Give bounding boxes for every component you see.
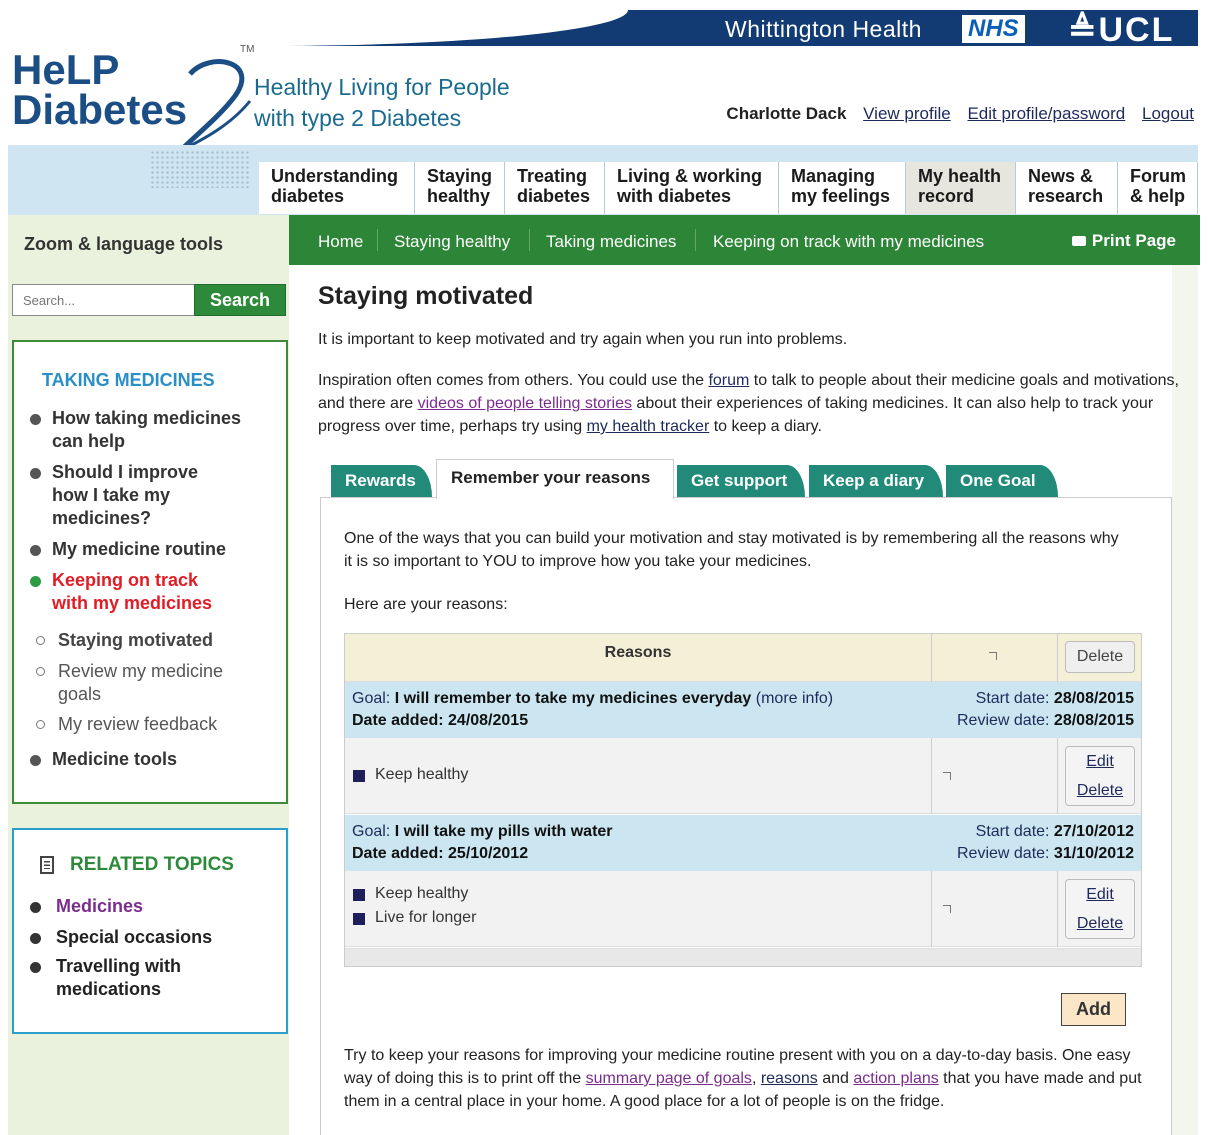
active-bullet-icon [30, 576, 41, 587]
tagline: Healthy Living for People with type 2 Di… [254, 74, 510, 131]
help-diabetes-logo[interactable]: HeLP Diabetes [12, 49, 187, 131]
panel-intro: One of the ways that you can build your … [344, 530, 1119, 570]
trademark: TM [240, 44, 255, 55]
related-medicines[interactable]: Medicines [28, 895, 258, 918]
zoom-language-tools[interactable]: Zoom & language tools [24, 234, 223, 255]
add-button[interactable]: Add [1061, 993, 1126, 1026]
document-icon [40, 856, 54, 874]
edit-button[interactable]: Edit [1066, 747, 1134, 776]
logo-dot-pattern [150, 150, 250, 188]
section-title: TAKING MEDICINES [42, 370, 215, 390]
edit-button[interactable]: Edit [1066, 880, 1134, 909]
nav-understanding-diabetes[interactable]: Understanding diabetes [259, 162, 415, 214]
nav-news-research[interactable]: News & research [1016, 162, 1118, 214]
goal-text: I will take my pills with water [394, 823, 613, 840]
user-bar: Charlotte Dack View profile Edit profile… [714, 104, 1194, 124]
more-info-link[interactable]: (more info) [751, 690, 833, 707]
bullet-icon [30, 933, 41, 944]
related-special-occasions[interactable]: Special occasions [28, 926, 258, 949]
select-all-checkbox[interactable] [989, 652, 997, 660]
inspiration-paragraph: Inspiration often comes from others. You… [318, 372, 1179, 435]
nav-forum-help[interactable]: Forum & help [1118, 162, 1198, 214]
reason-checkbox[interactable] [943, 772, 951, 780]
related-topics-title: RELATED TOPICS [70, 854, 234, 875]
forum-link[interactable]: forum [708, 372, 749, 389]
breadcrumb-taking-medicines[interactable]: Taking medicines [546, 232, 676, 252]
logout-link[interactable]: Logout [1142, 104, 1194, 123]
reason-row: Keep healthy Edit Delete [345, 738, 1141, 814]
nav-treating-diabetes[interactable]: Treating diabetes [505, 162, 605, 214]
ring-bullet-icon [36, 667, 45, 676]
tab-rewards[interactable]: Rewards [331, 465, 432, 497]
view-profile-link[interactable]: View profile [863, 104, 951, 123]
edit-delete-group: Edit Delete [1065, 746, 1135, 806]
ring-bullet-icon [36, 636, 45, 645]
action-plans-link[interactable]: action plans [853, 1070, 938, 1087]
bullet-icon [30, 962, 41, 973]
reason-row: Keep healthy Live for longer Edit Delete [345, 871, 1141, 947]
delete-selected-button[interactable]: Delete [1065, 641, 1135, 673]
nav-managing-feelings[interactable]: Managing my feelings [779, 162, 906, 214]
reasons-table: Reasons Delete Goal: I will remember to … [344, 633, 1142, 967]
nav-my-health-record[interactable]: My health record [906, 162, 1016, 214]
delete-button[interactable]: Delete [1066, 776, 1134, 805]
sidebar-subitem-staying-motivated[interactable]: Staying motivated [36, 629, 266, 652]
tab-get-support[interactable]: Get support [677, 465, 805, 497]
whittington-health-logo: Whittington Health [725, 16, 922, 42]
ring-bullet-icon [36, 720, 45, 729]
ucl-logo: ≜UCL [1068, 11, 1175, 49]
edit-profile-link[interactable]: Edit profile/password [967, 104, 1125, 123]
breadcrumb-home[interactable]: Home [318, 232, 363, 252]
tab-one-goal[interactable]: One Goal [946, 465, 1058, 497]
health-tracker-link[interactable]: my health tracker [587, 418, 710, 435]
bullet-icon [30, 755, 41, 766]
panel-here-reasons: Here are your reasons: [344, 596, 508, 613]
nav-living-working[interactable]: Living & working with diabetes [605, 162, 779, 214]
related-travelling[interactable]: Travelling with medications [28, 955, 218, 1001]
reason-item: Keep healthy [353, 766, 468, 784]
reasons-link[interactable]: reasons [761, 1070, 818, 1087]
table-header: Reasons Delete [345, 634, 1141, 682]
user-name: Charlotte Dack [726, 104, 847, 123]
bullet-icon [30, 414, 41, 425]
footer-paragraph: Try to keep your reasons for improving y… [344, 1047, 1142, 1110]
reason-checkbox[interactable] [943, 905, 951, 913]
search-input[interactable] [12, 284, 194, 316]
goal-row: Goal: I will remember to take my medicin… [345, 682, 1141, 738]
summary-page-link[interactable]: summary page of goals [586, 1070, 752, 1087]
sidebar-item-how-taking-medicines[interactable]: How taking medicines can help [28, 407, 268, 453]
column-header-reasons: Reasons [604, 644, 672, 661]
goal-row: Goal: I will take my pills with water Da… [345, 815, 1141, 871]
sidebar-item-medicine-routine[interactable]: My medicine routine [28, 538, 268, 561]
nav-staying-healthy[interactable]: Staying healthy [415, 162, 505, 214]
page-title: Staying motivated [318, 282, 534, 310]
edit-delete-group: Edit Delete [1065, 879, 1135, 939]
printer-icon [1071, 236, 1086, 246]
bullet-icon [30, 468, 41, 479]
bullet-icon [30, 902, 41, 913]
sidebar-item-keeping-on-track[interactable]: Keeping on track with my medicines [28, 569, 238, 615]
sidebar-subitem-review-feedback[interactable]: My review feedback [36, 713, 266, 736]
table-footer [345, 948, 1141, 966]
tab-keep-diary[interactable]: Keep a diary [809, 465, 943, 497]
bullet-icon [30, 545, 41, 556]
delete-button[interactable]: Delete [1066, 909, 1134, 938]
logo-two-mark [178, 59, 252, 153]
videos-link[interactable]: videos of people telling stories [418, 395, 632, 412]
search-button[interactable]: Search [194, 284, 286, 316]
sidebar-subitem-review-goals[interactable]: Review my medicine goals [36, 660, 256, 706]
breadcrumb-staying-healthy[interactable]: Staying healthy [394, 232, 510, 252]
sidebar-item-medicine-tools[interactable]: Medicine tools [28, 748, 268, 771]
tab-remember-reasons[interactable]: Remember your reasons [436, 459, 674, 499]
breadcrumb-keeping-on-track[interactable]: Keeping on track with my medicines [713, 232, 984, 252]
reason-item: Live for longer [353, 909, 476, 927]
breadcrumb: Home Staying healthy Taking medicines Ke… [289, 215, 1200, 265]
reason-item: Keep healthy [353, 885, 468, 903]
goal-text: I will remember to take my medicines eve… [394, 690, 752, 707]
sidebar-item-should-i-improve[interactable]: Should I improve how I take my medicines… [28, 461, 228, 530]
intro-paragraph: It is important to keep motivated and tr… [318, 331, 848, 348]
nhs-logo: NHS [962, 15, 1025, 43]
print-page-button[interactable]: Print Page [1071, 231, 1176, 251]
